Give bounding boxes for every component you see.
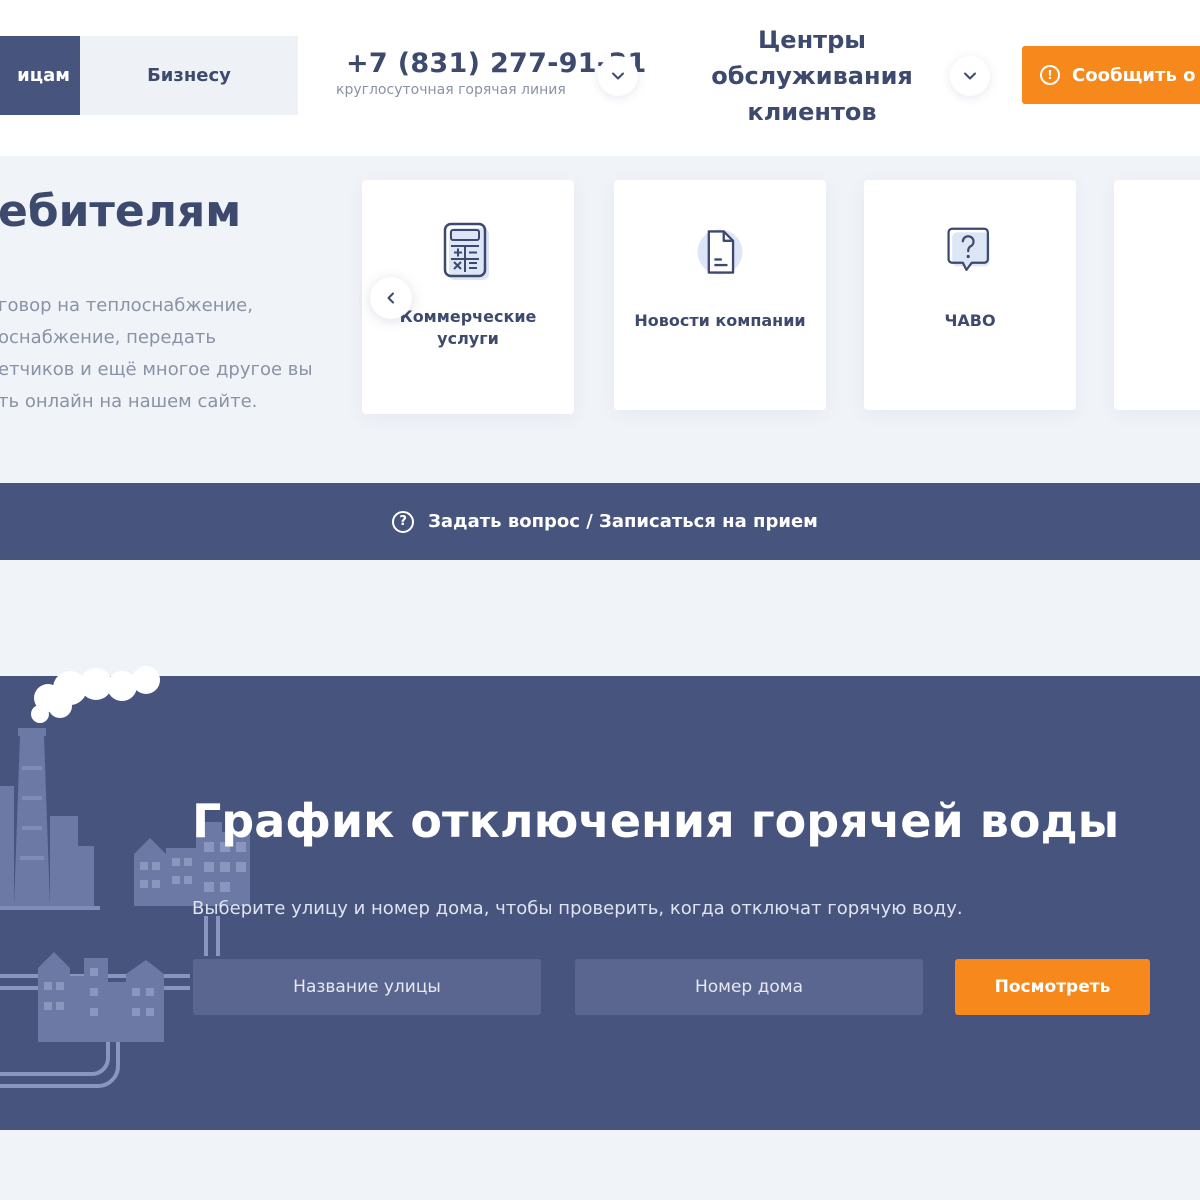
report-button[interactable]: ! Сообщить о xyxy=(1022,46,1200,104)
slider-prev-button[interactable] xyxy=(370,277,412,319)
view-schedule-label: Посмотреть xyxy=(994,977,1111,997)
ask-question-label: Задать вопрос / Записаться на прием xyxy=(428,511,818,532)
phone-caption: круглосуточная горячая линия xyxy=(336,82,566,98)
card-commercial-services-label: Коммерческие услуги xyxy=(384,306,553,350)
card-partial-label: А xyxy=(1114,310,1200,332)
card-company-news-label: Новости компании xyxy=(634,311,806,330)
card-partial[interactable]: А xyxy=(1114,180,1200,410)
calculator-icon xyxy=(438,220,498,284)
street-name-placeholder: Название улицы xyxy=(293,977,441,997)
consumers-title: ебителям xyxy=(0,186,242,237)
tab-individuals[interactable]: ицам xyxy=(0,36,80,115)
street-name-input[interactable]: Название улицы xyxy=(193,959,541,1015)
card-label-line: Коммерческие xyxy=(399,307,537,326)
consumers-description-line: етчиков и ещё многое другое вы xyxy=(0,359,313,380)
ask-question-link[interactable]: ? Задать вопрос / Записаться на прием xyxy=(392,510,818,533)
house-number-placeholder: Номер дома xyxy=(694,977,804,997)
report-button-label: Сообщить о xyxy=(1072,64,1196,86)
consumers-description: говор на теплоснабжение, оснабжение, пер… xyxy=(0,290,328,418)
service-centers-line-2: обслуживания xyxy=(711,62,913,90)
card-company-news[interactable]: Новости компании xyxy=(614,180,826,410)
phone-number[interactable]: +7 (831) 277-91-31 xyxy=(336,48,646,79)
consumers-description-line: говор на теплоснабжение, xyxy=(0,295,253,316)
schedule-title: График отключения горячей воды xyxy=(192,794,1120,848)
consumers-description-line: оснабжение, передать xyxy=(0,327,216,348)
tab-business[interactable]: Бизнесу xyxy=(80,36,298,115)
question-icon: ? xyxy=(392,510,415,533)
chevron-left-icon xyxy=(387,292,394,304)
card-label-line: услуги xyxy=(437,329,499,348)
chevron-down-icon xyxy=(612,72,624,80)
service-centers-menu[interactable]: Центры обслуживания клиентов xyxy=(696,22,928,130)
tab-individuals-label: ицам xyxy=(17,65,70,86)
tab-business-label: Бизнесу xyxy=(147,65,231,86)
hot-water-schedule-banner: График отключения горячей воды Выберите … xyxy=(0,666,1200,1130)
service-centers-line-1: Центры xyxy=(758,26,866,54)
chevron-down-icon xyxy=(964,72,976,80)
alert-icon: ! xyxy=(1040,65,1060,85)
ask-question-bar: ? Задать вопрос / Записаться на прием xyxy=(0,483,1200,560)
schedule-subtitle: Выберите улицу и номер дома, чтобы прове… xyxy=(192,898,963,919)
document-icon xyxy=(690,220,750,284)
house-number-input[interactable]: Номер дома xyxy=(575,959,923,1015)
service-centers-line-3: клиентов xyxy=(747,98,877,126)
consumers-description-line: ть онлайн на нашем сайте. xyxy=(0,391,258,412)
card-faq[interactable]: ЧАВО xyxy=(864,180,1076,410)
card-faq-label: ЧАВО xyxy=(944,311,996,330)
question-chat-icon xyxy=(940,220,1000,284)
phone-dropdown-button[interactable] xyxy=(598,56,638,96)
partial-icon xyxy=(1144,220,1200,284)
service-centers-dropdown-button[interactable] xyxy=(950,56,990,96)
site-header: ицам Бизнесу +7 (831) 277-91-31 круглосу… xyxy=(0,0,1200,156)
hotline-phone[interactable]: +7 (831) 277-91-31 круглосуточная горяча… xyxy=(336,48,646,98)
view-schedule-button[interactable]: Посмотреть xyxy=(955,959,1150,1015)
city-factory-illustration xyxy=(0,666,250,1088)
